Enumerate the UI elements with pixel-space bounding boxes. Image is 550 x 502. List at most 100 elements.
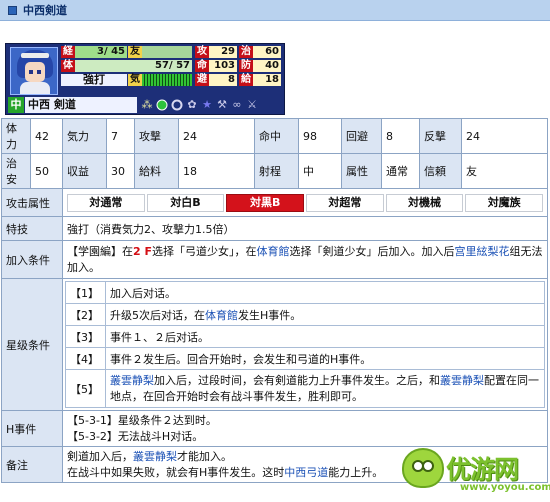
- supply-value: 18: [253, 74, 281, 86]
- stat-label: 気力: [62, 118, 107, 154]
- character-link[interactable]: 宫里絃梨花: [455, 245, 510, 258]
- stat-value: 7: [106, 118, 135, 154]
- stat-label: 収益: [62, 153, 107, 189]
- attr-tab-machine[interactable]: 対機械: [385, 193, 464, 212]
- attack-attr-tabs: 対通常 対白B 対黒B 対超常 対機械 対魔族: [67, 191, 544, 215]
- stat-value: 24: [178, 118, 255, 154]
- heal-label: 治: [239, 46, 253, 58]
- stat-value: 友: [461, 153, 548, 189]
- class-badge: 中: [8, 97, 24, 113]
- star-cell: 【1】 加入后对话。 【2】 升级5次后对话，在体育館发生H事件。 【3】 事件…: [62, 278, 548, 411]
- star-item: 【2】 升级5次后对话，在体育館发生H事件。: [65, 303, 545, 326]
- stat-value: 50: [30, 153, 63, 189]
- trait-name: 強打: [61, 74, 127, 86]
- note-label: 备注: [1, 446, 63, 483]
- character-link[interactable]: 中西弓道: [284, 466, 328, 479]
- stat-value: 通常: [381, 153, 420, 189]
- character-link[interactable]: 叢雲静梨: [110, 374, 154, 387]
- watermark-logo: 优游网 www.yoyou.com: [400, 444, 550, 502]
- attack-label: 攻: [195, 46, 209, 58]
- star-row: 星级条件 【1】 加入后对话。 【2】 升级5次后对话，在体育館发生H事件。 【…: [1, 278, 548, 411]
- star-item: 【3】 事件１、２后对话。: [65, 325, 545, 348]
- attack-attr-row: 攻击属性 対通常 対白B 対黒B 対超常 対機械 対魔族: [1, 188, 548, 217]
- star-key: 【4】: [65, 347, 106, 370]
- stat-label: 信頼: [419, 153, 462, 189]
- circle-icon: [155, 98, 169, 112]
- flower-icon: ✿: [187, 98, 197, 111]
- hit-value: 103: [209, 60, 237, 72]
- title-bar: 中西剣道: [0, 0, 550, 21]
- star-key: 【1】: [65, 281, 106, 304]
- star-key: 【2】: [65, 303, 106, 326]
- star-item: 【5】 叢雲静梨加入后，过段时间，会有剣道能力上升事件发生。之后，和叢雲静梨配置…: [65, 369, 545, 408]
- stat-value: 30: [106, 153, 135, 189]
- stats-row-1: 体力 42 気力 7 攻撃 24 命中 98 回避 8 反撃 24: [1, 118, 548, 154]
- hp-label: 体: [61, 60, 75, 72]
- watermark-brand: 优游网: [446, 455, 519, 484]
- gym-link[interactable]: 体育館: [257, 245, 290, 258]
- star-text: 事件２发生后。回合开始时，会发生和弓道的H事件。: [105, 347, 545, 370]
- character-link[interactable]: 叢雲静梨: [440, 374, 484, 387]
- join-text: 【学園編】在2 F选择「弓道少女」，在体育館选择「剣道少女」后加入。加入后宫里絃…: [62, 240, 548, 279]
- stat-label: 治安: [1, 153, 31, 189]
- stat-value: 98: [298, 118, 342, 154]
- friend-value: [142, 46, 192, 58]
- star-key: 【3】: [65, 325, 106, 348]
- attr-tab-black-b[interactable]: 対黒B: [226, 193, 305, 212]
- exp-value: 3/ 45: [75, 46, 127, 58]
- stat-value: 8: [381, 118, 420, 154]
- ring-icon: [170, 98, 184, 112]
- character-link[interactable]: 叢雲静梨: [133, 450, 177, 463]
- h-event-label: H事件: [1, 410, 63, 447]
- star-key: 【5】: [65, 369, 106, 408]
- gym-link[interactable]: 体育館: [205, 309, 238, 322]
- attr-tab-white-b[interactable]: 対白B: [146, 193, 225, 212]
- stat-label: 回避: [341, 118, 382, 154]
- stat-label: 属性: [341, 153, 382, 189]
- attr-tab-demon[interactable]: 対魔族: [465, 193, 544, 212]
- page-title: 中西剣道: [23, 4, 67, 17]
- character-stats-table: 体力 42 気力 7 攻撃 24 命中 98 回避 8 反撃 24 治安 50 …: [1, 118, 548, 483]
- h-event-text: 【5-3-1】星级条件２达到时。 【5-3-2】无法战斗H对话。: [62, 410, 548, 447]
- stat-value: 中: [298, 153, 342, 189]
- spirit-label: 気: [128, 74, 142, 86]
- stat-label: 給料: [134, 153, 179, 189]
- heal-value: 60: [253, 46, 281, 58]
- stat-value: 42: [30, 118, 63, 154]
- stat-value: 24: [461, 118, 548, 154]
- spirit-gauge: [142, 74, 192, 86]
- attack-value: 29: [209, 46, 237, 58]
- supply-label: 給: [239, 74, 253, 86]
- special-value: 強打（消費気力2、攻撃力1.5倍）: [62, 216, 548, 241]
- title-square-icon: [8, 5, 17, 15]
- attr-tab-supernatural[interactable]: 対超常: [306, 193, 384, 212]
- stars-icon: ⁂: [141, 98, 153, 111]
- h-event-row: H事件 【5-3-1】星级条件２达到时。 【5-3-2】无法战斗H对话。: [1, 410, 548, 447]
- star-item: 【1】 加入后对话。: [65, 281, 545, 304]
- star-conditions-table: 【1】 加入后对话。 【2】 升级5次后对话，在体育館发生H事件。 【3】 事件…: [65, 281, 545, 408]
- frog-mascot-icon: [402, 448, 444, 488]
- friend-label: 友: [128, 46, 142, 58]
- character-card: 経 3/ 45 友 体 57/ 57 強打 気 攻 29 命 103 避 8 治…: [5, 43, 285, 115]
- stat-label: 射程: [254, 153, 299, 189]
- star-text: 叢雲静梨加入后，过段时间，会有剣道能力上升事件发生。之后，和叢雲静梨配置在同一地…: [105, 369, 545, 408]
- evade-label: 避: [195, 74, 209, 86]
- defense-label: 防: [239, 60, 253, 72]
- link-icon: ∞: [232, 98, 242, 111]
- attr-tab-normal[interactable]: 対通常: [67, 193, 145, 212]
- join-label: 加入条件: [1, 240, 63, 279]
- class-name: 中西 剣道: [25, 97, 137, 113]
- h-event-line: 【5-3-1】星级条件２达到时。: [67, 413, 217, 427]
- floor-marker: 2 F: [133, 244, 152, 258]
- hp-value: 57/ 57: [75, 60, 192, 72]
- attack-attr-label: 攻击属性: [1, 188, 63, 217]
- star-item: 【4】 事件２发生后。回合开始时，会发生和弓道的H事件。: [65, 347, 545, 370]
- stat-label: 攻撃: [134, 118, 179, 154]
- evade-value: 8: [209, 74, 237, 86]
- stat-label: 反撃: [419, 118, 462, 154]
- h-event-line: 【5-3-2】无法战斗H对话。: [67, 429, 204, 443]
- sword-icon: ⚔: [247, 98, 257, 111]
- join-row: 加入条件 【学園編】在2 F选择「弓道少女」，在体育館选择「剣道少女」后加入。加…: [1, 240, 548, 279]
- star-text: 加入后对话。: [105, 281, 545, 304]
- special-row: 特技 強打（消費気力2、攻撃力1.5倍）: [1, 216, 548, 241]
